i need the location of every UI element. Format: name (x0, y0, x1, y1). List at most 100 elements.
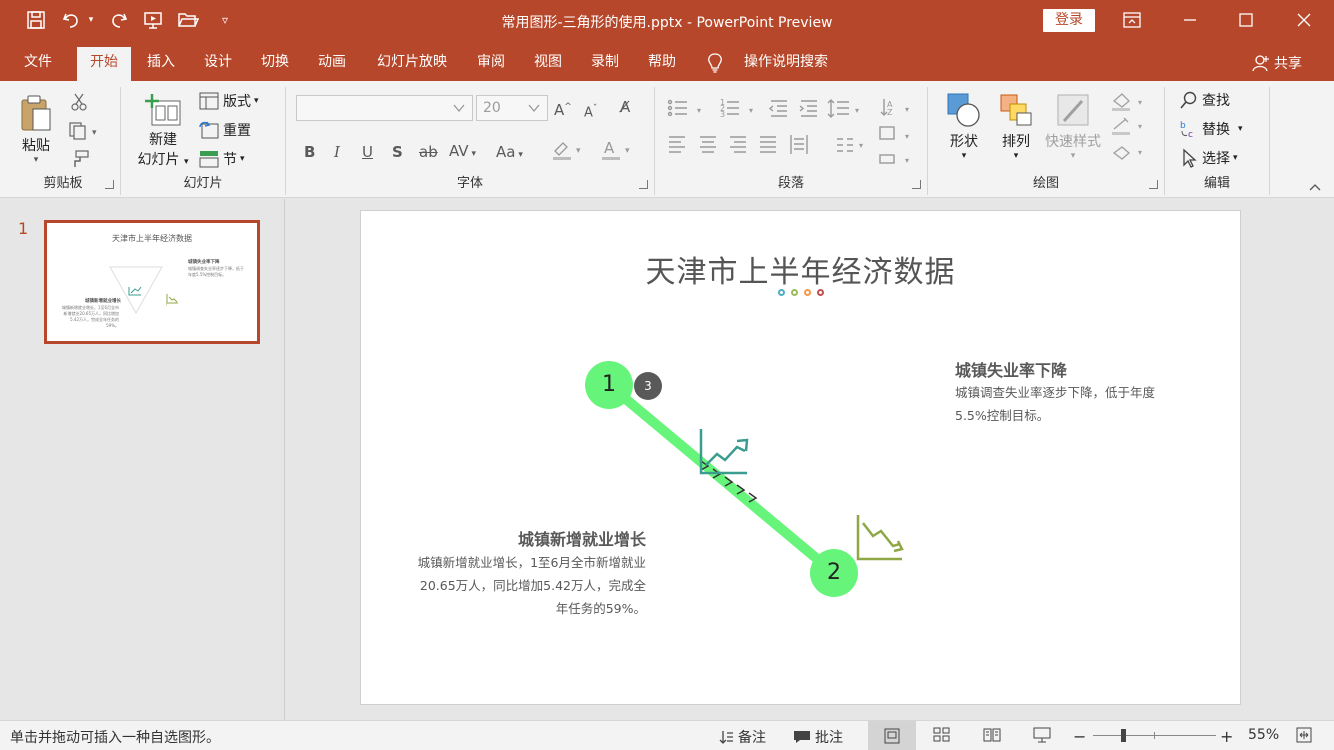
change-case-icon[interactable]: Aa ▾ (496, 143, 523, 164)
undo-dropdown-icon[interactable]: ▾ (84, 9, 98, 31)
clipboard-group-label: 剪贴板 (43, 176, 83, 191)
paste-icon (21, 95, 51, 131)
share-button[interactable]: 共享 (1252, 53, 1302, 73)
left-heading[interactable]: 城镇新增就业增长 (518, 526, 646, 550)
right-body-line-1[interactable]: 城镇调查失业率逐步下降，低于年度 (955, 381, 1155, 404)
tab-file[interactable]: 文件 (16, 47, 60, 81)
clear-formatting-icon[interactable]: A̸ (620, 98, 630, 116)
cut-icon[interactable] (70, 92, 88, 112)
login-button[interactable]: 登录 (1043, 9, 1095, 32)
slideshow-view-icon[interactable] (1033, 727, 1051, 743)
copy-icon[interactable]: ▾ (68, 121, 98, 141)
new-slide-button[interactable]: 新建 幻灯片 ▾ (131, 93, 195, 169)
font-name-combo[interactable] (296, 95, 473, 121)
zoom-level[interactable]: 55% (1248, 727, 1279, 743)
save-icon[interactable] (25, 9, 47, 31)
text-shadow-icon[interactable]: S (392, 143, 403, 161)
maximize-icon[interactable] (1218, 0, 1274, 40)
comments-button[interactable]: 批注 (793, 727, 843, 747)
normal-view-button[interactable] (868, 721, 916, 750)
paste-button[interactable]: 粘贴 ▾ (16, 93, 56, 165)
new-slide-label-2: 幻灯片 ▾ (137, 152, 189, 168)
motion-path-end-point[interactable]: 2 (810, 549, 858, 597)
thumb-title: 天津市上半年经济数据 (112, 234, 192, 243)
character-spacing-icon[interactable]: AV ▾ (449, 142, 476, 163)
editing-group-label: 编辑 (1203, 176, 1230, 191)
font-color-icon[interactable]: A ▾ (600, 139, 634, 165)
slide-canvas[interactable]: 天津市上半年经济数据 1 2 3 城镇失业率下降 城镇调查失业率逐步下降，低于年… (360, 210, 1241, 705)
strikethrough-icon[interactable]: ab (419, 143, 438, 161)
ribbon-display-options-icon[interactable] (1104, 0, 1160, 40)
font-size-value: 20 (483, 100, 501, 116)
reading-view-icon[interactable] (983, 727, 1001, 743)
shapes-label: 形状 (950, 134, 978, 150)
decrease-font-size-icon[interactable]: Aˇ (584, 100, 597, 122)
select-button[interactable]: 选择 ▾ (1179, 148, 1238, 168)
right-body-line-2[interactable]: 5.5%控制目标。 (955, 404, 1049, 427)
lightbulb-icon[interactable] (706, 47, 724, 81)
arrange-button[interactable]: 排列 ▾ (994, 91, 1038, 161)
section-button[interactable]: 节 ▾ (199, 149, 245, 169)
clipboard-group: 粘贴 ▾ ▾ 剪贴板 (6, 87, 121, 195)
slide-thumbnail[interactable]: 天津市上半年经济数据 城镇失业率下降 城镇调查失业率逐步下降，低于年度5.5%控… (44, 220, 260, 344)
collapse-ribbon-icon[interactable] (1308, 181, 1322, 196)
zoom-out-icon[interactable]: − (1073, 727, 1086, 746)
customize-qat-icon[interactable]: ▿ (214, 9, 236, 31)
right-heading[interactable]: 城镇失业率下降 (955, 357, 1067, 381)
motion-path-start-point[interactable]: 1 (585, 361, 633, 409)
tab-view[interactable]: 视图 (525, 47, 571, 81)
replace-button[interactable]: bc 替换 ▾ (1179, 119, 1243, 139)
drawing-launcher-icon[interactable] (1149, 180, 1158, 189)
tab-transitions[interactable]: 切换 (252, 47, 298, 81)
format-painter-icon[interactable] (70, 149, 90, 169)
left-body-line-2[interactable]: 20.65万人，同比增加5.42万人，完成全 (420, 574, 646, 597)
slide-sorter-view-icon[interactable] (933, 727, 951, 743)
find-button[interactable]: 查找 (1179, 90, 1230, 110)
notes-button[interactable]: 备注 (718, 727, 766, 747)
left-body-line-3[interactable]: 年任务的59%。 (556, 597, 646, 620)
close-icon[interactable] (1276, 0, 1332, 40)
increase-font-size-icon[interactable]: A^ (554, 98, 572, 119)
minimize-icon[interactable] (1162, 0, 1218, 40)
tab-review[interactable]: 审阅 (468, 47, 514, 81)
quick-styles-button[interactable]: 快速样式 ▾ (1040, 91, 1106, 161)
tab-design[interactable]: 设计 (195, 47, 241, 81)
svg-text:▾: ▾ (1138, 98, 1142, 107)
reset-button[interactable]: 重置 (199, 120, 251, 140)
tab-record[interactable]: 录制 (582, 47, 628, 81)
zoom-in-icon[interactable]: + (1220, 727, 1233, 746)
quick-styles-label: 快速样式 (1045, 134, 1101, 150)
status-bar: 单击并拖动可插入一种自选图形。 备注 批注 − + 55% (0, 720, 1334, 750)
slideshow-start-icon[interactable] (142, 9, 164, 31)
zoom-slider-thumb[interactable] (1121, 729, 1126, 742)
shape-format-icons[interactable]: ▾ ▾ ▾ (1110, 91, 1160, 171)
undo-icon[interactable] (60, 9, 82, 31)
font-size-combo[interactable]: 20 (476, 95, 548, 121)
shapes-button[interactable]: 形状 ▾ (942, 91, 986, 161)
replace-label: 替换 (1202, 122, 1230, 138)
redo-icon[interactable] (108, 9, 130, 31)
tab-help[interactable]: 帮助 (639, 47, 685, 81)
zoom-center-tick (1154, 732, 1155, 739)
arrange-icon (1000, 94, 1032, 126)
open-folder-icon[interactable] (177, 9, 199, 31)
layout-label: 版式 (223, 94, 251, 110)
paragraph-tools-icon[interactable]: 123 AZ ▾ ▾ ▾ ▾▾▾▾ (667, 97, 927, 167)
highlight-color-icon[interactable]: ▾ (551, 139, 585, 165)
tell-me-search[interactable]: 操作说明搜索 (734, 47, 838, 81)
paragraph-launcher-icon[interactable] (912, 180, 921, 189)
left-body-line-1[interactable]: 城镇新增就业增长，1至6月全市新增就业 (418, 551, 646, 574)
tab-home[interactable]: 开始 (77, 47, 131, 81)
layout-button[interactable]: 版式 ▾ (199, 91, 259, 111)
animation-order-badge[interactable]: 3 (634, 372, 662, 400)
italic-icon[interactable]: I (334, 143, 340, 161)
tab-slideshow[interactable]: 幻灯片放映 (366, 47, 458, 81)
fit-to-window-icon[interactable] (1296, 727, 1312, 743)
clipboard-launcher-icon[interactable] (105, 180, 114, 189)
tab-animations[interactable]: 动画 (309, 47, 355, 81)
font-launcher-icon[interactable] (639, 180, 648, 189)
bold-icon[interactable]: B (304, 143, 315, 161)
underline-icon[interactable]: U (362, 143, 373, 161)
tab-insert[interactable]: 插入 (138, 47, 184, 81)
select-label: 选择 (1202, 151, 1230, 167)
